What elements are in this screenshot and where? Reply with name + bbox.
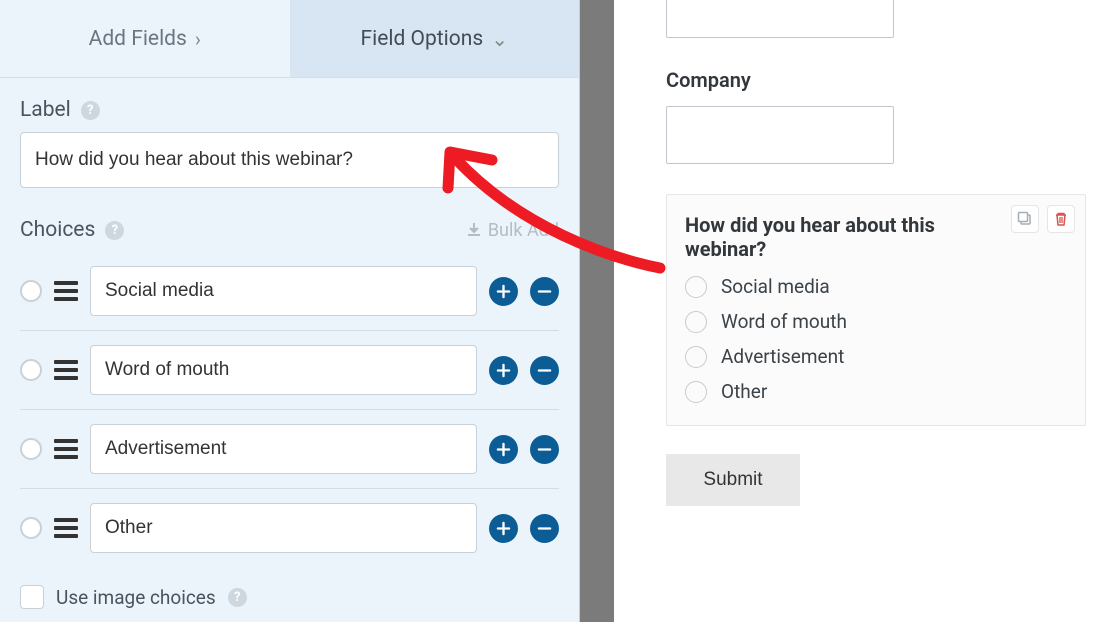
label-text: Label (20, 98, 71, 122)
delete-button[interactable] (1047, 205, 1075, 233)
default-radio[interactable] (20, 438, 42, 460)
preview-field-company: Company (666, 68, 1086, 164)
default-radio[interactable] (20, 280, 42, 302)
choice-row (20, 331, 559, 410)
remove-choice-button[interactable] (530, 435, 559, 464)
choices-text: Choices (20, 218, 95, 242)
field-options-panel: Add Fields › Field Options ⌄ Label ? Cho… (0, 0, 580, 622)
submit-button[interactable]: Submit (666, 454, 800, 506)
add-choice-button[interactable] (489, 356, 518, 385)
label-heading: Label ? (20, 98, 100, 122)
radio-icon (685, 276, 707, 298)
chevron-down-icon: ⌄ (491, 27, 508, 51)
download-icon (466, 222, 482, 238)
option-label: Advertisement (721, 345, 844, 368)
tab-add-fields[interactable]: Add Fields › (0, 0, 290, 77)
help-icon[interactable]: ? (81, 101, 100, 120)
label-input[interactable] (20, 132, 559, 188)
choice-row (20, 410, 559, 489)
drag-handle-icon[interactable] (54, 518, 78, 538)
radio-icon (685, 311, 707, 333)
tab-label: Add Fields (89, 27, 187, 51)
question-label: How did you hear about this webinar? (685, 213, 975, 261)
tab-label: Field Options (361, 27, 484, 51)
choices-section: Choices ? Bulk Add (0, 198, 579, 252)
remove-choice-button[interactable] (530, 356, 559, 385)
choice-input[interactable] (90, 266, 477, 316)
bulk-add-button[interactable]: Bulk Add (466, 220, 559, 241)
choice-input[interactable] (90, 424, 477, 474)
choices-list (0, 252, 579, 567)
remove-choice-button[interactable] (530, 514, 559, 543)
field-actions (1011, 205, 1075, 233)
choice-row (20, 489, 559, 567)
help-icon[interactable]: ? (228, 588, 247, 607)
choices-heading: Choices ? (20, 218, 124, 242)
panel-divider (580, 0, 614, 622)
choice-input[interactable] (90, 345, 477, 395)
option-row[interactable]: Word of mouth (685, 310, 1067, 333)
text-input-preview[interactable] (666, 106, 894, 164)
bulk-add-label: Bulk Add (488, 220, 559, 241)
option-label: Other (721, 380, 767, 403)
form-preview: Company How did you hear about this webi… (614, 0, 1116, 622)
drag-handle-icon[interactable] (54, 360, 78, 380)
remove-choice-button[interactable] (530, 277, 559, 306)
default-radio[interactable] (20, 517, 42, 539)
chevron-right-icon: › (195, 27, 201, 51)
label-section: Label ? (0, 78, 579, 198)
duplicate-button[interactable] (1011, 205, 1039, 233)
add-choice-button[interactable] (489, 277, 518, 306)
add-choice-button[interactable] (489, 435, 518, 464)
radio-icon (685, 381, 707, 403)
drag-handle-icon[interactable] (54, 439, 78, 459)
radio-icon (685, 346, 707, 368)
option-row[interactable]: Social media (685, 275, 1067, 298)
option-row[interactable]: Advertisement (685, 345, 1067, 368)
preview-field (666, 0, 1086, 38)
choice-input[interactable] (90, 503, 477, 553)
panel-tabs: Add Fields › Field Options ⌄ (0, 0, 579, 78)
toggle-label: Use image choices (56, 586, 216, 609)
help-icon[interactable]: ? (105, 221, 124, 240)
text-input-preview[interactable] (666, 0, 894, 38)
checkbox[interactable] (20, 585, 44, 609)
trash-icon (1053, 211, 1069, 227)
copy-icon (1017, 211, 1033, 227)
image-choices-toggle[interactable]: Use image choices ? (0, 567, 579, 609)
choice-row (20, 252, 559, 331)
option-label: Word of mouth (721, 310, 847, 333)
field-label: Company (666, 68, 1086, 92)
selected-field[interactable]: How did you hear about this webinar? Soc… (666, 194, 1086, 426)
drag-handle-icon[interactable] (54, 281, 78, 301)
option-label: Social media (721, 275, 830, 298)
default-radio[interactable] (20, 359, 42, 381)
option-row[interactable]: Other (685, 380, 1067, 403)
tab-field-options[interactable]: Field Options ⌄ (290, 0, 580, 77)
add-choice-button[interactable] (489, 514, 518, 543)
